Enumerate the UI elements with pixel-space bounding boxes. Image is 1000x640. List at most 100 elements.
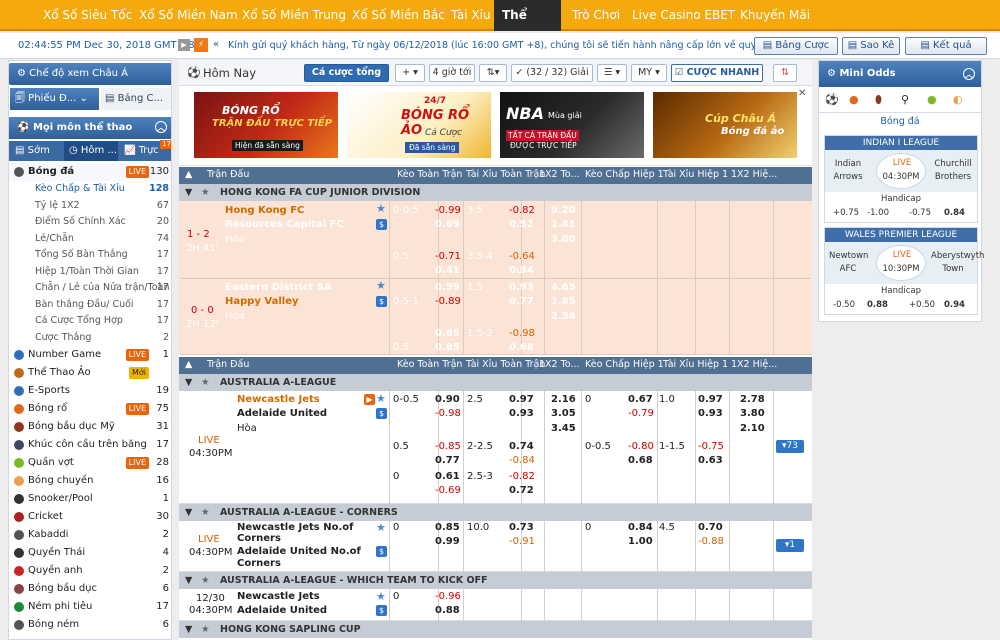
volleyball-icon[interactable]: ◐ [953, 93, 963, 106]
collapse-icon[interactable]: ▼ [185, 572, 192, 589]
star-icon[interactable]: ★ [376, 521, 386, 534]
star-icon[interactable]: ★ [376, 392, 386, 405]
all-sports-header[interactable]: ⚽ Mọi môn thể thao ︿ [9, 117, 171, 139]
odds-value[interactable]: -0.85 [435, 441, 461, 452]
odds-value[interactable]: 3.45 [551, 423, 576, 434]
sport-item[interactable]: Ném phi tiêu 17 [9, 598, 171, 616]
odds-value[interactable]: 0.34 [509, 265, 534, 277]
sport-item[interactable]: E-Sports 19 [9, 382, 171, 400]
odds-value[interactable]: 1.00 [628, 536, 653, 547]
odds-value[interactable]: -0.88 [698, 536, 724, 547]
video-icon[interactable]: ▶ [364, 394, 375, 405]
odds-value[interactable]: 2.54 [551, 311, 576, 323]
odds-value[interactable]: 0.63 [698, 455, 723, 466]
nav-xo-so-sieu-toc[interactable]: Xổ Số Siêu Tốc [35, 0, 140, 31]
sport-item[interactable]: Khúc côn cầu trên băng 17 [9, 436, 171, 454]
odd-value[interactable]: -1.00 [867, 208, 889, 218]
odds-value[interactable]: 0.67 [628, 394, 653, 405]
sport-item[interactable]: Thể Thao Ảo Mới [9, 364, 171, 382]
odds-value[interactable]: -0.91 [509, 536, 535, 547]
football-icon[interactable]: ⚽ [825, 93, 839, 106]
collapse-icon[interactable]: ▲ [185, 359, 192, 370]
odds-value[interactable]: -0.69 [435, 485, 461, 496]
scrollbar[interactable] [995, 60, 1000, 640]
tab-hom-nay[interactable]: ◷ Hôm ... [64, 141, 118, 161]
odds-value[interactable]: -0.82 [509, 471, 535, 482]
odd-value[interactable]: 0.84 [944, 208, 965, 218]
league-filter[interactable]: ✓ (32 / 32) Giải [511, 64, 593, 82]
odds-value[interactable]: 0.93 [698, 408, 723, 419]
sort-select[interactable]: ⇅▾ [479, 64, 507, 82]
odds-value[interactable]: 0.52 [509, 219, 534, 231]
collapse-icon[interactable]: ▼ [185, 621, 192, 638]
odds-value[interactable]: -0.98 [509, 328, 535, 340]
nav-xo-so-mien-nam[interactable]: Xổ Số Miền Nam [131, 0, 246, 31]
odds-value[interactable]: -0.82 [509, 205, 535, 217]
sub-market-item[interactable]: Tổng Số Bàn Thắng 17 [9, 247, 171, 264]
sport-item[interactable]: Snooker/Pool 1 [9, 490, 171, 508]
banner-asia-cup[interactable]: Cúp Châu Á Bóng đá ảo [653, 92, 797, 158]
collapse-icon[interactable]: ︿ [155, 121, 167, 133]
odds-value[interactable]: 0.70 [698, 522, 723, 533]
odds-type-select[interactable]: MY ▾ [631, 64, 667, 82]
statement-button[interactable]: ▤ Sao Kê [842, 37, 900, 55]
odds-value[interactable]: -0.96 [435, 591, 461, 602]
sport-item[interactable]: Bóng ném 6 [9, 616, 171, 634]
odd-value[interactable]: 0.94 [944, 300, 965, 310]
odds-value[interactable]: 3.80 [740, 408, 765, 419]
odds-value[interactable]: 4.65 [551, 282, 576, 294]
sub-market-item[interactable]: Bàn thắng Đầu/ Cuối 17 [9, 297, 171, 314]
odds-value[interactable]: -0.71 [435, 251, 461, 263]
star-icon[interactable]: ★ [376, 203, 386, 215]
play-icon[interactable]: ▶ [178, 39, 190, 51]
star-icon[interactable]: ★ [201, 374, 210, 391]
star-icon[interactable]: ★ [376, 280, 386, 292]
collapse-icon[interactable]: ︿ [963, 68, 975, 80]
nav-xo-so-mien-bac[interactable]: Xổ Số Miền Bắc [344, 0, 453, 31]
sub-market-item[interactable]: Chẵn / Lẻ của Nửa trận/Toàn 17 [9, 280, 171, 297]
odds-value[interactable]: -0.64 [509, 251, 535, 263]
odds-value[interactable]: -0.89 [435, 296, 461, 308]
odds-value[interactable]: -0.75 [698, 441, 724, 452]
nav-tai-xiu[interactable]: Tài Xỉu [443, 0, 499, 31]
sport-item[interactable]: Bóng bầu dục Mỹ 31 [9, 418, 171, 436]
odds-value[interactable]: 0.90 [435, 394, 460, 405]
odd-value[interactable]: 0.88 [867, 300, 888, 310]
star-icon[interactable]: ★ [376, 590, 386, 603]
odds-value[interactable]: 0.72 [509, 485, 534, 496]
results-button[interactable]: ▤ Kết quả [905, 37, 987, 55]
rugby-icon[interactable]: ⬮ [875, 93, 882, 107]
tab-som[interactable]: ▤ Sớm [9, 141, 64, 161]
sport-item[interactable]: Quyền Thái 4 [9, 544, 171, 562]
odds-value[interactable]: 0.59 [435, 282, 460, 294]
view-select[interactable]: ☰ ▾ [597, 64, 627, 82]
odds-value[interactable]: -0.98 [435, 408, 461, 419]
odds-value[interactable]: -0.79 [628, 408, 654, 419]
banner-basketball-live[interactable]: BÓNG RỔ TRẬN ĐẤU TRỰC TIẾP Hiện đã sẵn s… [194, 92, 338, 158]
collapse-icon[interactable]: ▼ [185, 184, 192, 201]
quick-bet-toggle[interactable]: ☑ CƯỢC NHANH [671, 64, 763, 82]
odds-value[interactable]: 0.93 [509, 408, 534, 419]
sport-item[interactable]: Quyền anh 2 [9, 562, 171, 580]
more-bets-button[interactable]: ▾73 [776, 440, 804, 453]
odds-value[interactable]: 2.16 [551, 394, 576, 405]
league-row[interactable]: ▼ ★ HONG KONG SAPLING CUP [179, 621, 812, 638]
cash-out-icon[interactable]: $ [376, 408, 387, 419]
odds-value[interactable]: 3.00 [551, 234, 576, 246]
sport-item[interactable]: Bóng đá LIVE 130 [9, 163, 171, 181]
sport-item[interactable]: Quần vợt LIVE 28 [9, 454, 171, 472]
mini-game-2[interactable]: WALES PREMIER LEAGUE Newtown AFC LIVE 10… [824, 227, 984, 315]
sub-market-item[interactable]: Kèo Chấp & Tài Xỉu 128 [9, 181, 171, 198]
odds-value[interactable]: 0.93 [509, 282, 534, 294]
sport-item[interactable]: Bóng bầu dục 6 [9, 580, 171, 598]
odds-value[interactable]: 0.97 [509, 394, 534, 405]
odds-value[interactable]: 0.41 [435, 265, 460, 277]
odds-value[interactable]: 0.88 [435, 605, 460, 616]
add-dropdown[interactable]: + ▾ [395, 64, 425, 82]
odds-value[interactable]: 0.85 [435, 522, 460, 533]
cash-out-icon[interactable]: $ [376, 605, 387, 616]
hours-select[interactable]: 4 giờ tới ▾ [429, 64, 475, 94]
chevron-down-icon[interactable]: ⌄ [79, 93, 87, 104]
hockey-icon[interactable]: ⚲ [901, 93, 909, 106]
nav-khuyen-mai[interactable]: Khuyến Mãi [732, 0, 818, 31]
